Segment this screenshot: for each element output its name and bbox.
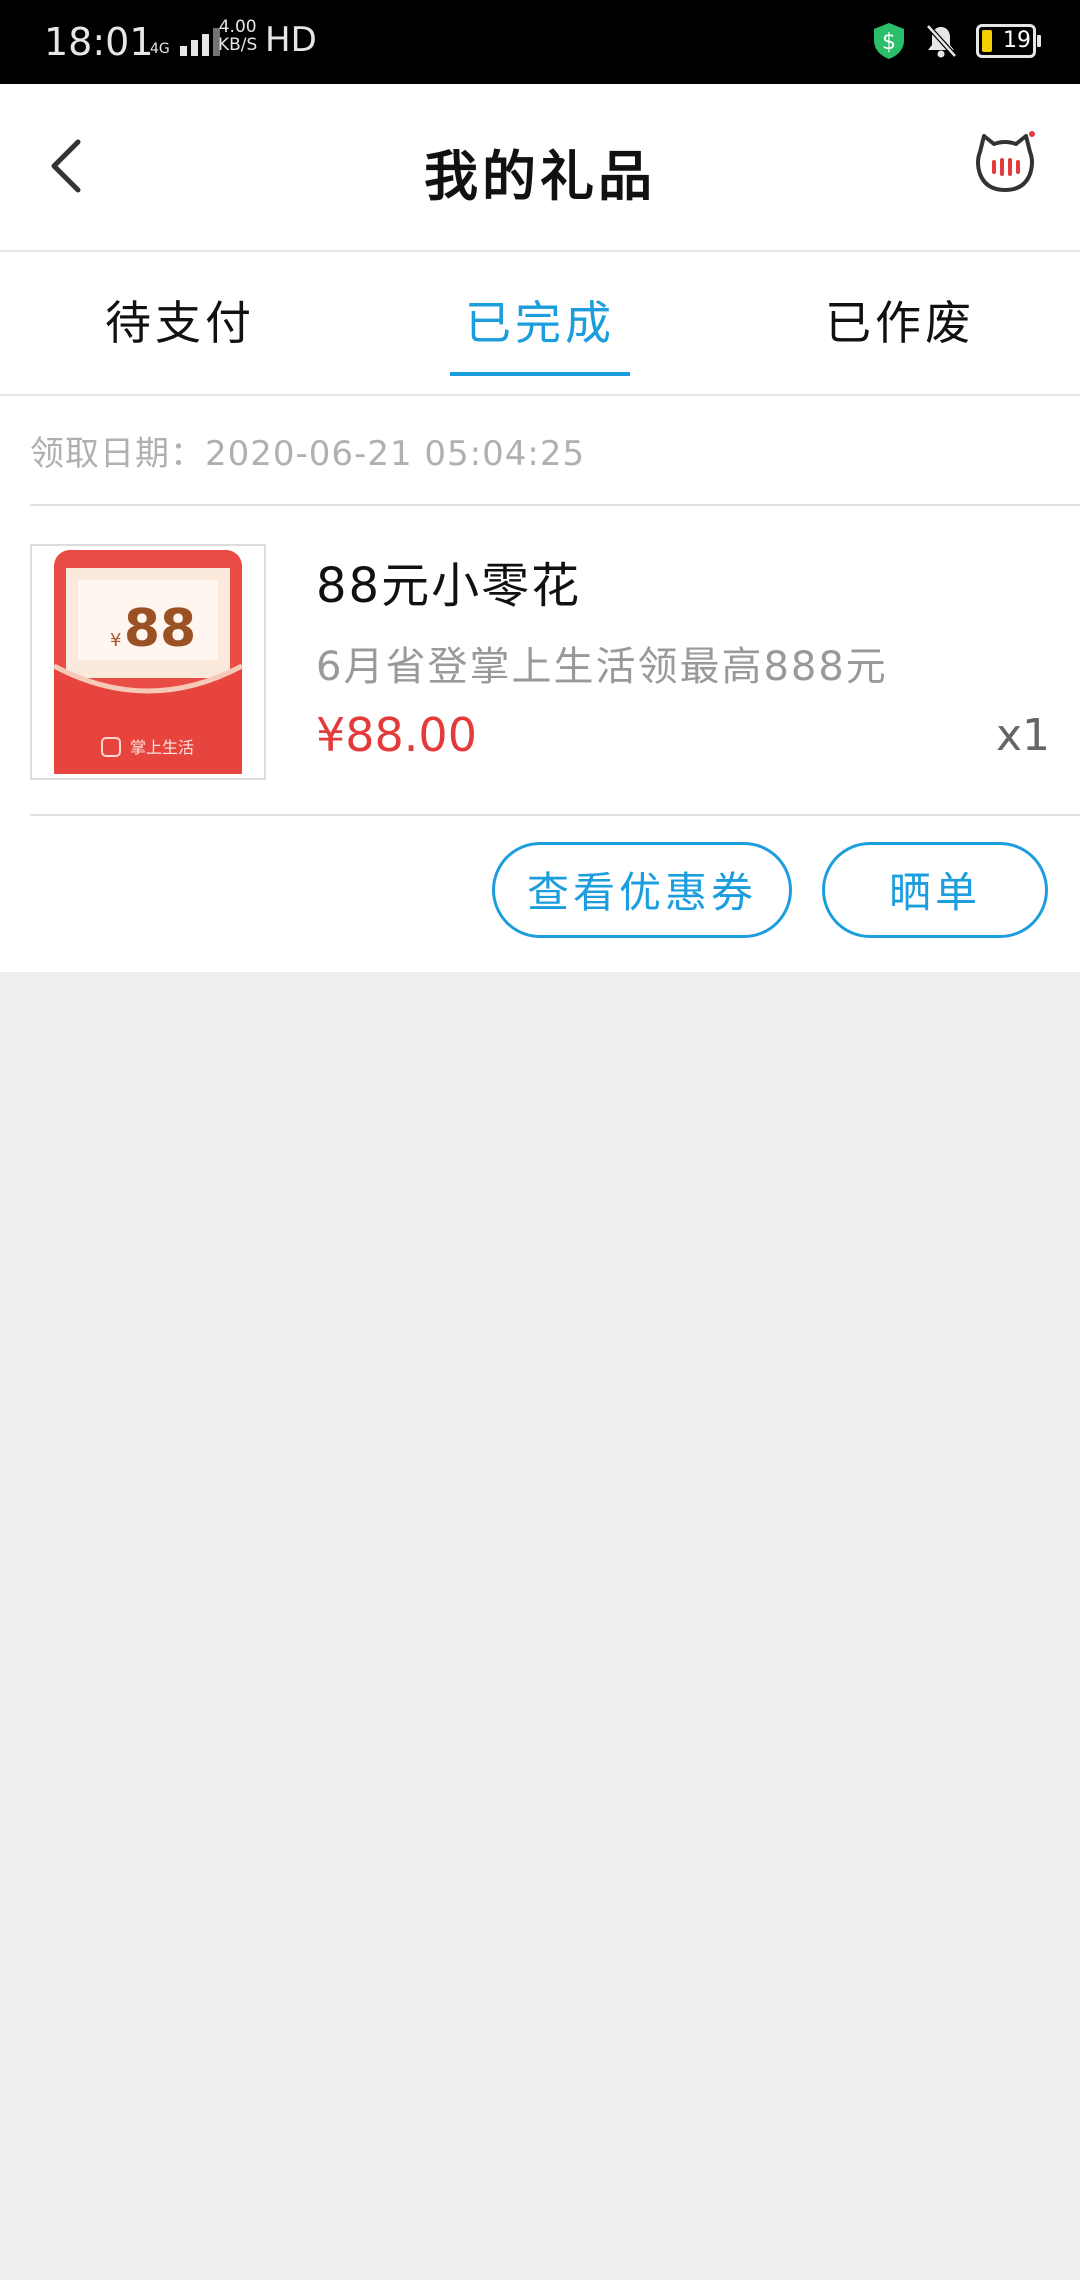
app-header: 我的礼品 — [0, 84, 1080, 252]
divider — [30, 504, 1080, 506]
security-shield-icon: $ — [874, 23, 904, 59]
divider — [30, 814, 1080, 816]
active-tab-indicator — [450, 372, 630, 376]
receive-date: 领取日期：2020-06-21 05:04:25 — [30, 434, 586, 474]
status-right-icons: $ 19 — [872, 22, 1041, 60]
hd-indicator: HD — [265, 20, 317, 60]
red-envelope-icon: ¥ 88 掌上生活 — [52, 550, 244, 774]
network-speed-unit: KB/S — [218, 35, 258, 55]
product-price: ¥88.00 — [316, 708, 477, 762]
network-speed-value: 4.00 — [218, 17, 257, 37]
tab-voided[interactable]: 已作废 — [720, 252, 1080, 394]
network-type: 4G — [150, 41, 170, 57]
mute-bell-icon — [926, 24, 957, 58]
battery-icon: 19 — [976, 24, 1041, 58]
view-coupon-button[interactable]: 查看优惠券 — [492, 842, 792, 938]
tab-label: 已作废 — [825, 296, 975, 350]
product-name[interactable]: 88元小零花 — [316, 546, 581, 616]
signal-indicator: 4G — [150, 28, 220, 56]
customer-service-icon[interactable] — [972, 130, 1038, 196]
tab-label: 已完成 — [465, 296, 615, 350]
product-thumbnail[interactable]: ¥ 88 掌上生活 — [30, 544, 266, 780]
battery-level: 19 — [1003, 28, 1031, 53]
tab-label: 待支付 — [105, 296, 255, 350]
product-quantity: x1 — [995, 710, 1050, 761]
product-description: 6月省登掌上生活领最高888元 — [316, 644, 888, 690]
svg-text:$: $ — [882, 30, 896, 55]
gift-order-card: 领取日期：2020-06-21 05:04:25 ¥ 88 掌上生活 88元小零… — [0, 396, 1080, 972]
tab-completed[interactable]: 已完成 — [360, 252, 720, 394]
thumbnail-amount: 88 — [124, 599, 196, 659]
order-status-tabs: 待支付 已完成 已作废 — [0, 252, 1080, 396]
tab-pending-payment[interactable]: 待支付 — [0, 252, 360, 394]
status-time: 18:01 — [44, 20, 154, 64]
thumbnail-currency: ¥ — [110, 630, 121, 651]
page-title: 我的礼品 — [424, 145, 656, 208]
status-bar: 18:01 4G 4.00 KB/S HD $ 19 — [0, 0, 1080, 84]
signal-bars-icon — [179, 28, 220, 56]
thumbnail-brand: 掌上生活 — [130, 738, 194, 757]
share-order-button[interactable]: 晒单 — [822, 842, 1048, 938]
network-speed: 4.00 KB/S — [218, 18, 257, 54]
